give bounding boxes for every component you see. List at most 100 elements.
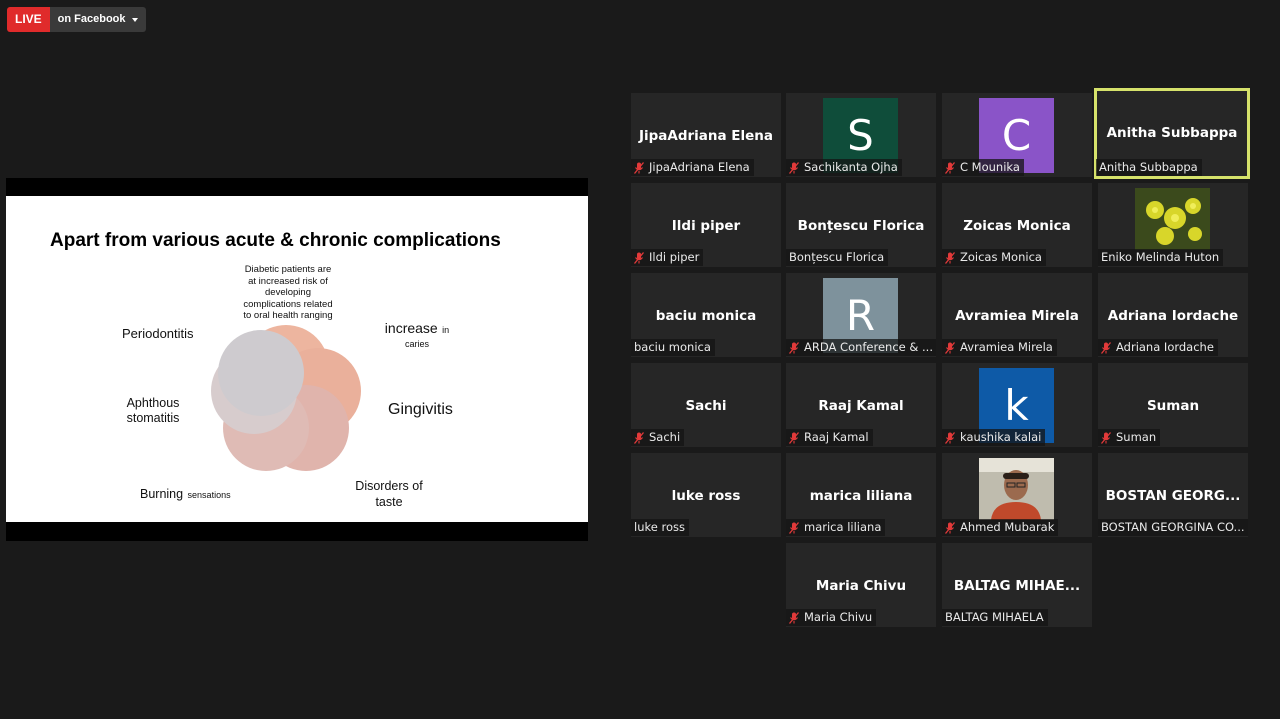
participant-label-text: marica liliana	[804, 520, 882, 534]
live-badge: LIVE	[7, 7, 50, 32]
mic-muted-icon	[634, 431, 644, 444]
participant-tile[interactable]: Adriana Iordache Adriana Iordache	[1098, 273, 1248, 357]
participant-display-name: JipaAdriana Elena	[638, 128, 774, 144]
participant-tile[interactable]: BOSTAN GEORG... BOSTAN GEORGINA CO...	[1098, 453, 1248, 537]
participant-display-name: marica liliana	[809, 488, 913, 504]
label-burning-sensations: Burning sensations	[140, 487, 231, 501]
participant-label-text: Zoicas Monica	[960, 250, 1042, 264]
participant-tile[interactable]: baciu monica baciu monica	[631, 273, 781, 357]
participant-tile[interactable]: luke ross luke ross	[631, 453, 781, 537]
participant-tile[interactable]: Avramiea Mirela Avramiea Mirela	[942, 273, 1092, 357]
participant-name-label: baciu monica	[631, 339, 715, 356]
label-increase-caries: increase in caries	[384, 320, 450, 349]
mic-muted-icon	[634, 161, 644, 174]
label-periodontitis: Periodontitis	[122, 326, 194, 341]
label-disorders-of-taste: Disorders of taste	[355, 479, 423, 509]
chevron-down-icon	[131, 17, 138, 22]
participant-display-name: baciu monica	[655, 308, 757, 324]
participant-tile[interactable]: BALTAG MIHAE... BALTAG MIHAELA	[942, 543, 1092, 627]
participant-label-text: Bonțescu Florica	[789, 250, 885, 264]
participant-display-name: Sachi	[685, 398, 727, 414]
participant-tile[interactable]: Suman Suman	[1098, 363, 1248, 447]
participant-tile[interactable]: Eniko Melinda Huton	[1098, 183, 1248, 267]
participant-video-person	[979, 458, 1054, 520]
participant-label-text: Anitha Subbappa	[1099, 160, 1198, 174]
mic-muted-icon	[945, 251, 955, 264]
participant-display-name: Maria Chivu	[815, 578, 907, 594]
participant-name-label: JipaAdriana Elena	[631, 159, 754, 176]
participant-label-text: Maria Chivu	[804, 610, 873, 624]
participant-name-label: marica liliana	[786, 519, 886, 536]
label-gingivitis: Gingivitis	[388, 401, 453, 418]
participant-tile[interactable]: marica liliana marica liliana	[786, 453, 936, 537]
participant-name-label: ARDA Conference & ...	[786, 339, 936, 356]
participant-tile[interactable]: Ahmed Mubarak	[942, 453, 1092, 537]
participant-name-label: Sachi	[631, 429, 685, 446]
participant-label-text: luke ross	[634, 520, 685, 534]
participant-label-text: baciu monica	[634, 340, 711, 354]
participant-name-label: luke ross	[631, 519, 689, 536]
participant-name-label: BALTAG MIHAELA	[942, 609, 1048, 626]
mic-muted-icon	[1101, 341, 1111, 354]
label-aphthous-stomatitis: Aphthous stomatitis	[126, 396, 180, 425]
participant-tile[interactable]: Maria Chivu Maria Chivu	[786, 543, 936, 627]
participant-display-name: Ildi piper	[671, 218, 741, 234]
shared-screen: Apart from various acute & chronic compl…	[6, 178, 588, 541]
participant-name-label: BOSTAN GEORGINA CO...	[1098, 519, 1248, 536]
participant-name-label: Raaj Kamal	[786, 429, 873, 446]
mic-muted-icon	[789, 521, 799, 534]
participant-display-name: BALTAG MIHAE...	[953, 578, 1081, 594]
participant-display-name: Anitha Subbappa	[1106, 125, 1238, 141]
participant-name-label: Sachikanta Ojha	[786, 159, 902, 176]
mic-muted-icon	[945, 521, 955, 534]
participant-label-text: Ildi piper	[649, 250, 700, 264]
participant-label-text: C Mounika	[960, 160, 1020, 174]
participant-label-text: ARDA Conference & ...	[804, 340, 933, 354]
participant-label-text: Avramiea Mirela	[960, 340, 1053, 354]
participant-display-name: BOSTAN GEORG...	[1105, 488, 1241, 504]
mic-muted-icon	[945, 431, 955, 444]
participant-name-label: C Mounika	[942, 159, 1024, 176]
participant-label-text: Adriana Iordache	[1116, 340, 1214, 354]
participant-tile[interactable]: Bonțescu Florica Bonțescu Florica	[786, 183, 936, 267]
mic-muted-icon	[789, 611, 799, 624]
live-streaming-indicator[interactable]: LIVE on Facebook	[7, 7, 146, 32]
participant-label-text: Ahmed Mubarak	[960, 520, 1055, 534]
live-target-dropdown[interactable]: on Facebook	[49, 7, 146, 32]
participant-tile[interactable]: S Sachikanta Ojha	[786, 93, 936, 177]
participant-display-name: Raaj Kamal	[818, 398, 904, 414]
participant-display-name: luke ross	[671, 488, 741, 504]
participant-tile[interactable]: Raaj Kamal Raaj Kamal	[786, 363, 936, 447]
participant-name-label: kaushika kalai	[942, 429, 1046, 446]
participant-name-label: Anitha Subbappa	[1096, 159, 1202, 176]
participant-name-label: Avramiea Mirela	[942, 339, 1057, 356]
participant-name-label: Maria Chivu	[786, 609, 877, 626]
participant-display-name: Adriana Iordache	[1107, 308, 1239, 324]
mic-muted-icon	[945, 161, 955, 174]
mic-muted-icon	[1101, 431, 1111, 444]
participant-tile[interactable]: Zoicas Monica Zoicas Monica	[942, 183, 1092, 267]
slide-center-note: Diabetic patients are at increased risk …	[243, 264, 333, 321]
participant-tile[interactable]: Sachi Sachi	[631, 363, 781, 447]
participant-display-name: Zoicas Monica	[963, 218, 1071, 234]
participant-display-name: Avramiea Mirela	[955, 308, 1079, 324]
participant-tile[interactable]: Ildi piper Ildi piper	[631, 183, 781, 267]
participant-display-name: Bonțescu Florica	[797, 218, 925, 234]
participant-label-text: kaushika kalai	[960, 430, 1042, 444]
participant-name-label: Ildi piper	[631, 249, 704, 266]
participant-tile[interactable]: CC Mounika	[942, 93, 1092, 177]
participant-tile[interactable]: k kaushika kalai	[942, 363, 1092, 447]
participant-display-name: Suman	[1146, 398, 1200, 414]
participant-label-text: Sachikanta Ojha	[804, 160, 898, 174]
participant-label-text: JipaAdriana Elena	[649, 160, 750, 174]
participant-name-label: Ahmed Mubarak	[942, 519, 1059, 536]
participant-tile[interactable]: R ARDA Conference & ...	[786, 273, 936, 357]
participant-label-text: Raaj Kamal	[804, 430, 869, 444]
slide-title: Apart from various acute & chronic compl…	[50, 230, 501, 251]
participant-label-text: Eniko Melinda Huton	[1101, 250, 1220, 264]
participant-label-text: BOSTAN GEORGINA CO...	[1101, 520, 1245, 534]
participant-tile[interactable]: Anitha Subbappa Anitha Subbappa	[1094, 88, 1250, 179]
mic-muted-icon	[789, 161, 799, 174]
participant-video-flower	[1135, 188, 1210, 250]
participant-tile[interactable]: JipaAdriana Elena JipaAdriana Elena	[631, 93, 781, 177]
